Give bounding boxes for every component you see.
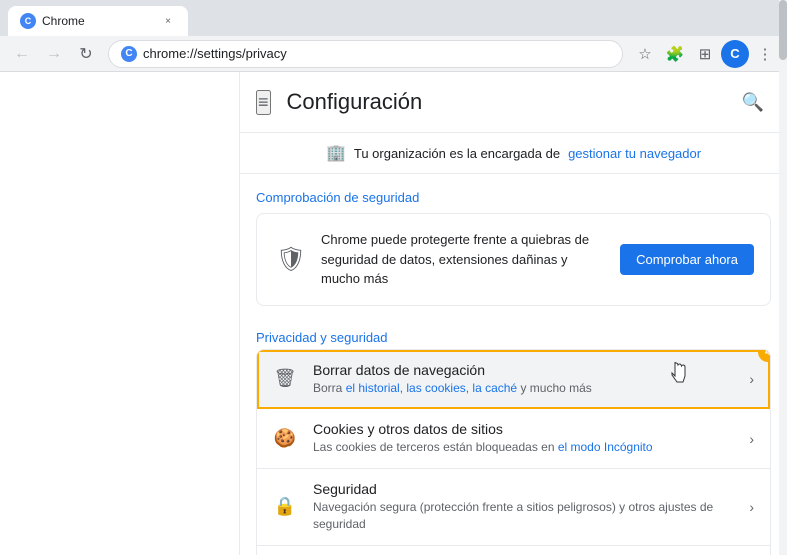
profile-button[interactable]: C bbox=[721, 40, 749, 68]
main-content: ≡ Configuración 🔍 🏢 Tu organización es l… bbox=[240, 72, 787, 555]
sidebar bbox=[0, 72, 240, 555]
security-check-section: Comprobación de seguridad 🛡 Chrome puede… bbox=[240, 174, 787, 306]
active-tab[interactable]: C Chrome × bbox=[8, 6, 188, 36]
extensions-button[interactable]: 🧩 bbox=[661, 40, 689, 68]
shield-icon: 🛡 bbox=[273, 241, 309, 277]
clear-data-highlight: el historial, las cookies, la caché bbox=[346, 381, 517, 395]
cookies-item[interactable]: 🍪 Cookies y otros datos de sitios Las co… bbox=[257, 409, 770, 469]
clear-data-arrow: › bbox=[749, 371, 754, 387]
security-desc: Navegación segura (protección frente a s… bbox=[313, 499, 733, 533]
clear-browsing-data-item[interactable]: 4 🗑 Borrar datos de navegación Borra el … bbox=[257, 350, 770, 410]
tab-grid-button[interactable]: ⊞ bbox=[691, 40, 719, 68]
reload-button[interactable]: ↻ bbox=[72, 40, 100, 68]
cookies-content: Cookies y otros datos de sitios Las cook… bbox=[313, 421, 733, 456]
cookies-desc: Las cookies de terceros están bloqueadas… bbox=[313, 439, 733, 456]
security-section-title: Comprobación de seguridad bbox=[256, 190, 771, 205]
security-title: Seguridad bbox=[313, 481, 733, 497]
browser-toolbar: ← → ↻ C chrome://settings/privacy ☆ 🧩 ⊞ … bbox=[0, 36, 787, 72]
trash-icon: 🗑 bbox=[273, 367, 297, 391]
site-settings-item[interactable]: ⚙ Configuración de sitios Controla la in… bbox=[257, 546, 770, 555]
check-now-button[interactable]: Comprobar ahora bbox=[620, 244, 754, 275]
manage-browser-link[interactable]: gestionar tu navegador bbox=[568, 146, 701, 161]
back-button[interactable]: ← bbox=[8, 40, 36, 68]
site-icon: C bbox=[121, 46, 137, 62]
security-check-card: 🛡 Chrome puede protegerte frente a quieb… bbox=[256, 213, 771, 306]
org-icon: 🏢 bbox=[326, 143, 346, 163]
settings-header: ≡ Configuración 🔍 bbox=[240, 72, 787, 133]
privacy-settings-list: 4 🗑 Borrar datos de navegación Borra el … bbox=[256, 349, 771, 555]
tab-bar: C Chrome × bbox=[0, 0, 787, 36]
tab-close-button[interactable]: × bbox=[160, 13, 176, 29]
security-arrow: › bbox=[749, 499, 754, 515]
more-menu-button[interactable]: ⋮ bbox=[751, 40, 779, 68]
clear-data-content: Borrar datos de navegación Borra el hist… bbox=[313, 362, 733, 397]
page-title: Configuración bbox=[287, 89, 719, 115]
clear-data-title: Borrar datos de navegación bbox=[313, 362, 733, 378]
cookie-icon: 🍪 bbox=[273, 427, 297, 451]
bookmark-button[interactable]: ☆ bbox=[631, 40, 659, 68]
privacy-section: Privacidad y seguridad 4 🗑 Borrar datos … bbox=[240, 322, 787, 555]
cookies-title: Cookies y otros datos de sitios bbox=[313, 421, 733, 437]
security-item[interactable]: 🔒 Seguridad Navegación segura (protecció… bbox=[257, 469, 770, 546]
lock-icon: 🔒 bbox=[273, 495, 297, 519]
settings-page: ≡ Configuración 🔍 🏢 Tu organización es l… bbox=[0, 72, 787, 555]
scrollbar[interactable] bbox=[779, 72, 787, 555]
step-badge-4: 4 bbox=[758, 349, 771, 362]
privacy-section-title: Privacidad y seguridad bbox=[256, 330, 771, 345]
nav-buttons: ← → ↻ bbox=[8, 40, 100, 68]
toolbar-actions: ☆ 🧩 ⊞ C ⋮ bbox=[631, 40, 779, 68]
address-bar[interactable]: C chrome://settings/privacy bbox=[108, 40, 623, 68]
info-text: Tu organización es la encargada de bbox=[354, 146, 560, 161]
security-content: Seguridad Navegación segura (protección … bbox=[313, 481, 733, 533]
security-description: Chrome puede protegerte frente a quiebra… bbox=[321, 230, 608, 289]
search-settings-button[interactable]: 🔍 bbox=[735, 84, 771, 120]
forward-button[interactable]: → bbox=[40, 40, 68, 68]
sidebar-toggle-button[interactable]: ≡ bbox=[256, 90, 271, 115]
tab-title: Chrome bbox=[42, 14, 154, 28]
org-info-banner: 🏢 Tu organización es la encargada de ges… bbox=[240, 133, 787, 174]
cookies-arrow: › bbox=[749, 431, 754, 447]
cookies-highlight: el modo Incógnito bbox=[558, 440, 653, 454]
address-text: chrome://settings/privacy bbox=[143, 46, 610, 61]
tab-favicon: C bbox=[20, 13, 36, 29]
clear-data-desc: Borra el historial, las cookies, la cach… bbox=[313, 380, 733, 397]
